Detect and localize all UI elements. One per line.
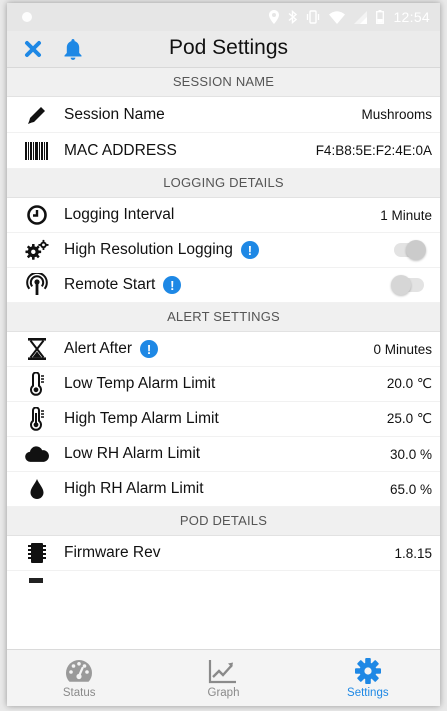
row-label-text: Remote Start <box>64 276 156 293</box>
pencil-icon <box>25 103 49 127</box>
row-alert-after[interactable]: Alert After ! 0 Minutes <box>7 332 440 367</box>
row-label: High RH Alarm Limit <box>64 480 204 497</box>
row-remote-start: Remote Start ! <box>7 268 440 303</box>
row-low-temp-alarm[interactable]: Low Temp Alarm Limit 20.0 ℃ <box>7 367 440 402</box>
row-high-rh-alarm[interactable]: High RH Alarm Limit 65.0 % <box>7 472 440 507</box>
row-label-text: Alert After <box>64 340 133 357</box>
app-screen: 12:54 Pod Settings SESSION NAME Session … <box>7 3 440 706</box>
page-title: Pod Settings <box>168 36 289 59</box>
partial-icon <box>29 578 43 583</box>
row-label: Alert After ! <box>64 340 159 358</box>
app-header: Pod Settings <box>7 31 440 68</box>
row-label: Low Temp Alarm Limit <box>64 375 216 392</box>
toggle-knob <box>391 275 411 295</box>
row-value: 25.0 ℃ <box>386 411 432 426</box>
bluetooth-icon <box>288 10 298 24</box>
row-value: 65.0 % <box>389 481 432 497</box>
battery-icon <box>376 10 385 24</box>
row-label: High Temp Alarm Limit <box>64 410 219 427</box>
row-label: Low RH Alarm Limit <box>64 445 201 462</box>
high-resolution-logging-toggle[interactable] <box>394 240 426 260</box>
row-value: 20.0 ℃ <box>386 376 432 391</box>
bottom-tab-bar: Status Graph Settings <box>7 649 440 706</box>
clock-icon <box>25 203 49 227</box>
info-icon[interactable]: ! <box>140 340 159 358</box>
thermometer-low-icon <box>25 372 49 396</box>
barcode-icon <box>25 139 49 163</box>
cloud-icon <box>25 442 49 466</box>
broadcast-icon <box>25 273 49 297</box>
row-high-resolution-logging: High Resolution Logging ! <box>7 233 440 268</box>
hourglass-icon <box>25 337 49 361</box>
tab-label: Settings <box>347 687 389 699</box>
row-partial-next <box>7 571 440 583</box>
row-high-temp-alarm[interactable]: High Temp Alarm Limit 25.0 ℃ <box>7 402 440 437</box>
notification-dot-icon <box>22 12 32 22</box>
tab-label: Status <box>62 687 96 699</box>
row-value: F4:B8:5E:F2:4E:0A <box>315 143 432 158</box>
toggle-knob <box>406 240 426 260</box>
signal-icon <box>354 10 368 24</box>
section-header-pod-details: POD DETAILS <box>7 507 440 536</box>
row-label: MAC ADDRESS <box>64 141 177 159</box>
info-icon[interactable]: ! <box>240 241 259 259</box>
row-value: 0 Minutes <box>373 341 432 357</box>
row-low-rh-alarm[interactable]: Low RH Alarm Limit 30.0 % <box>7 437 440 472</box>
row-label: Logging Interval <box>64 206 175 223</box>
tab-status[interactable]: Status <box>7 650 151 706</box>
vibrate-icon <box>307 10 320 24</box>
wifi-icon <box>329 10 346 24</box>
info-icon[interactable]: ! <box>163 276 182 294</box>
gear-icon <box>353 657 383 685</box>
row-label: High Resolution Logging ! <box>64 241 259 259</box>
row-value: 30.0 % <box>389 446 432 462</box>
status-icons: 12:54 <box>269 7 430 27</box>
row-label-text: High Resolution Logging <box>64 241 233 258</box>
status-bar: 12:54 <box>7 3 440 31</box>
row-firmware-rev: Firmware Rev 1.8.15 <box>7 536 440 571</box>
tab-settings[interactable]: Settings <box>296 650 440 706</box>
location-icon <box>269 10 280 24</box>
section-header-logging-details: LOGGING DETAILS <box>7 169 440 198</box>
section-header-alert-settings: ALERT SETTINGS <box>7 303 440 332</box>
thermometer-high-icon <box>25 407 49 431</box>
row-label: Remote Start ! <box>64 276 182 294</box>
row-value: 1.8.15 <box>394 545 432 561</box>
tab-graph[interactable]: Graph <box>151 650 295 706</box>
row-label: Session Name <box>64 105 165 123</box>
remote-start-toggle[interactable] <box>391 275 424 295</box>
tab-label: Graph <box>207 687 240 699</box>
row-label: Firmware Rev <box>64 544 161 561</box>
row-logging-interval[interactable]: Logging Interval 1 Minute <box>7 198 440 233</box>
row-value: 1 Minute <box>380 207 432 223</box>
chip-icon <box>25 541 49 565</box>
gears-icon <box>25 238 49 262</box>
water-drop-icon <box>25 477 49 501</box>
row-value: Mushrooms <box>361 107 432 122</box>
status-time: 12:54 <box>393 9 430 25</box>
row-session-name[interactable]: Session Name Mushrooms <box>7 97 440 133</box>
chart-icon <box>208 657 238 685</box>
gauge-icon <box>64 657 94 685</box>
section-header-session-name: SESSION NAME <box>7 68 440 97</box>
row-mac-address: MAC ADDRESS F4:B8:5E:F2:4E:0A <box>7 133 440 169</box>
